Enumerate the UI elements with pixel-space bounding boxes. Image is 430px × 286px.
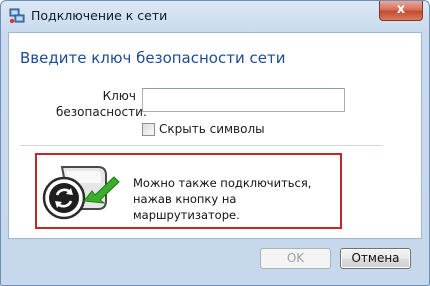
hide-symbols-label[interactable]: Скрыть символы [159, 122, 265, 136]
close-button[interactable]: x [379, 1, 423, 21]
network-icon [9, 8, 25, 24]
dialog-window: Подключение к сети x Введите ключ безопа… [0, 0, 430, 286]
window-title: Подключение к сети [31, 8, 168, 23]
cancel-button[interactable]: Отмена [340, 248, 411, 269]
page-title: Введите ключ безопасности сети [20, 49, 286, 67]
divider [20, 145, 383, 146]
hide-symbols-checkbox[interactable] [142, 123, 155, 136]
title-bar[interactable]: Подключение к сети x [1, 1, 429, 31]
security-key-input[interactable] [142, 88, 345, 112]
close-icon: x [396, 2, 406, 17]
security-key-label: Ключ безопасности: [56, 89, 147, 119]
ok-button[interactable]: OK [260, 248, 331, 269]
router-hint-box: Можно также подключиться, нажав кнопку н… [35, 153, 342, 229]
router-hint-text: Можно также подключиться, нажав кнопку н… [133, 176, 312, 222]
router-wps-icon [40, 161, 122, 225]
dialog-body: Введите ключ безопасности сети Ключ безо… [8, 32, 422, 239]
